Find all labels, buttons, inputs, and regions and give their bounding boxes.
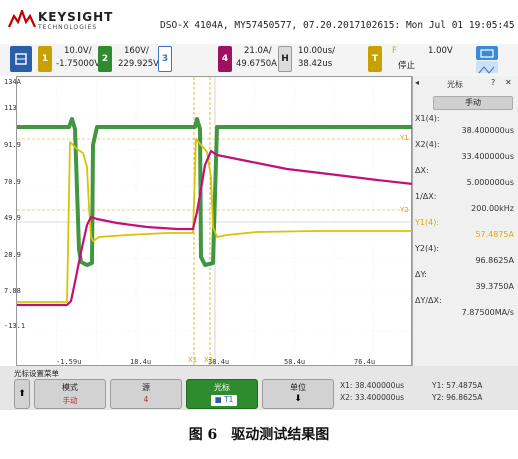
trigger-box[interactable]: T <box>368 46 382 72</box>
y-label: 113 <box>4 104 17 112</box>
softkey-cursor-value: T1 <box>224 395 234 404</box>
softkey-cursor-value-wrap: ■ T1 <box>211 395 237 406</box>
softkey-mode[interactable]: 模式 手动 <box>34 379 106 409</box>
inv-dx-label: 1/ΔX: <box>415 192 437 201</box>
timebase-delay: 38.42us <box>298 59 333 69</box>
down-arrow-icon: ⬇ <box>294 394 302 404</box>
softkey-source[interactable]: 源 4 <box>110 379 182 409</box>
dy-dx-label: ΔY/ΔX: <box>415 296 442 305</box>
menu-icon[interactable] <box>10 46 32 72</box>
panel-title: 光标 <box>447 80 463 89</box>
softkey-mode-label: 模式 <box>62 383 78 392</box>
readout-y2: Y2: 96.8625A <box>432 393 483 402</box>
channel-2-box[interactable]: 2 <box>98 46 112 72</box>
channel-1-offset: -1.75000V <box>56 59 101 69</box>
x-label: -1.59u <box>56 358 82 366</box>
readout-x1: X1: 38.400000us <box>340 381 405 390</box>
channel-1-box[interactable]: 1 <box>38 46 52 72</box>
channel-bar: 1 10.0V/ -1.75000V 2 160V/ 229.925V 3 4 … <box>0 44 518 76</box>
wave-icon[interactable] <box>476 61 498 74</box>
dx-value: 5.000000us <box>466 178 514 187</box>
cursor-mode-button[interactable]: 手动 <box>433 96 513 110</box>
softkey-menu-title: 光标设置菜单 <box>14 369 59 378</box>
keysight-logo-icon <box>8 10 36 28</box>
x1-label: X1(4): <box>415 114 440 123</box>
softkey-source-value: 4 <box>143 395 149 404</box>
softkey-bar: 光标设置菜单 ⬆ 模式 手动 源 4 光标 ■ T1 单位 ⬇ X1: 38.4… <box>0 366 518 410</box>
waveform-display[interactable] <box>16 76 414 367</box>
brand-sub: TECHNOLOGIES <box>38 24 98 31</box>
timebase-scale: 10.00us/ <box>298 46 336 56</box>
dy-value: 39.3750A <box>475 282 514 291</box>
softkey-mode-value: 手动 <box>62 396 78 405</box>
softkey-units[interactable]: 单位 ⬇ <box>262 379 334 409</box>
y-label: 91.9 <box>4 141 21 149</box>
cursor-panel: ◂ 光标 ? ✕ 手动 X1(4): 38.400000us X2(4): 33… <box>412 76 518 366</box>
up-arrow-icon[interactable]: ⬆ <box>14 379 30 409</box>
softkey-source-label: 源 <box>142 383 150 392</box>
channel-3-box[interactable]: 3 <box>158 46 172 72</box>
x-label: 76.4u <box>354 358 376 366</box>
dx-label: ΔX: <box>415 166 429 175</box>
scope-screen: KEYSIGHT TECHNOLOGIES DSO-X 4104A, MY574… <box>0 0 518 410</box>
cursor-marker-x2: X2 <box>204 356 214 364</box>
y1-value: 57.4875A <box>475 230 514 239</box>
cursor-select-icon: ■ <box>214 395 222 404</box>
model-line: DSO-X 4104A, MY57450577, 07.20.201710261… <box>160 20 518 31</box>
dy-dx-value: 7.87500MA/s <box>461 308 514 317</box>
inv-dx-value: 200.00kHz <box>471 204 514 213</box>
cursor-marker-x1: X1 <box>188 356 198 364</box>
y-label: 7.88 <box>4 287 21 295</box>
trigger-level: 1.00V <box>428 46 453 56</box>
display-icon[interactable] <box>476 46 498 60</box>
channel-4-box[interactable]: 4 <box>218 46 232 72</box>
y2-value: 96.8625A <box>475 256 514 265</box>
y-label: 49.9 <box>4 214 21 222</box>
cursor-marker-y1: Y1 <box>400 134 409 142</box>
softkey-cursor[interactable]: 光标 ■ T1 <box>186 379 258 409</box>
y2-label: Y2(4): <box>415 244 440 253</box>
x-label: 18.4u <box>130 358 152 366</box>
timebase-box[interactable]: H <box>278 46 292 72</box>
channel-4-scale: 21.0A/ <box>244 46 272 56</box>
dy-label: ΔY: <box>415 270 427 279</box>
y-label: 28.9 <box>4 251 21 259</box>
x2-label: X2(4): <box>415 140 440 149</box>
y1-label: Y1(4): <box>415 218 440 227</box>
brand-name: KEYSIGHT <box>38 10 114 24</box>
readout-y1: Y1: 57.4875A <box>432 381 483 390</box>
cursor-panel-header: ◂ 光标 ? ✕ <box>413 78 518 92</box>
trigger-source: F <box>392 46 397 56</box>
help-icon[interactable]: ? <box>491 78 495 87</box>
channel-2-scale: 160V/ <box>124 46 149 56</box>
cursor-marker-y2: Y2 <box>400 206 409 214</box>
waveform-svg <box>17 77 414 367</box>
x2-value: 33.400000us <box>461 152 515 161</box>
channel-4-offset: 49.6750A <box>236 59 277 69</box>
panel-left-icon[interactable]: ◂ <box>415 78 419 87</box>
x1-value: 38.400000us <box>461 126 515 135</box>
x-label: 58.4u <box>284 358 306 366</box>
softkey-units-label: 单位 <box>290 383 306 392</box>
close-icon[interactable]: ✕ <box>505 78 512 87</box>
softkey-cursor-label: 光标 <box>214 383 230 392</box>
figure-caption: 图 6 驱动测试结果图 <box>188 427 330 443</box>
channel-2-offset: 229.925V <box>118 59 159 69</box>
channel-1-scale: 10.0V/ <box>64 46 92 56</box>
header-bar: KEYSIGHT TECHNOLOGIES DSO-X 4104A, MY574… <box>0 0 518 44</box>
y-label: -13.1 <box>4 322 26 330</box>
readout-x2: X2: 33.400000us <box>340 393 405 402</box>
y-label: 70.9 <box>4 178 21 186</box>
trigger-state: 停止 <box>398 61 416 71</box>
y-label: 134A <box>4 78 21 86</box>
